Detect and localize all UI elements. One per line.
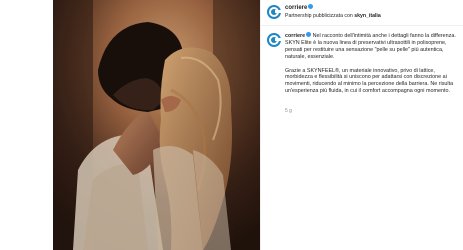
- instagram-post: corriere Partnership pubblicizzata con s…: [53, 0, 463, 250]
- caption-paragraph-1: corriere Nel racconto dell'intimità anch…: [285, 32, 457, 61]
- post-sidebar: corriere Partnership pubblicizzata con s…: [260, 0, 463, 250]
- caption-paragraph-2: Grazie a SKYNFEEL®, un materiale innovat…: [285, 68, 457, 96]
- partnership-label: Partnership pubblicizzata con skyn_itali…: [285, 13, 381, 19]
- couple-kissing-photo: [53, 0, 260, 250]
- header-username[interactable]: corriere: [285, 4, 314, 11]
- caption-text-2: Grazie a SKYNFEEL®, un materiale innovat…: [285, 67, 454, 95]
- partner-link[interactable]: skyn_italia: [354, 13, 381, 19]
- header-username-text[interactable]: corriere: [285, 5, 307, 11]
- post-header: corriere Partnership pubblicizzata con s…: [261, 0, 463, 26]
- caption-verified-icon: [306, 32, 312, 38]
- post-photo[interactable]: [53, 0, 260, 250]
- corriere-logo-icon[interactable]: [267, 5, 281, 19]
- verified-badge-icon: [308, 4, 314, 9]
- post-caption: corriere Nel racconto dell'intimità anch…: [285, 32, 457, 102]
- caption-username[interactable]: corriere: [285, 33, 305, 39]
- caption-text-1: Nel racconto dell'intimità anche i detta…: [285, 33, 456, 60]
- post-timestamp[interactable]: 5 g: [285, 108, 292, 114]
- caption-avatar-icon[interactable]: [267, 33, 281, 47]
- partnership-text: Partnership pubblicizzata con: [285, 13, 353, 19]
